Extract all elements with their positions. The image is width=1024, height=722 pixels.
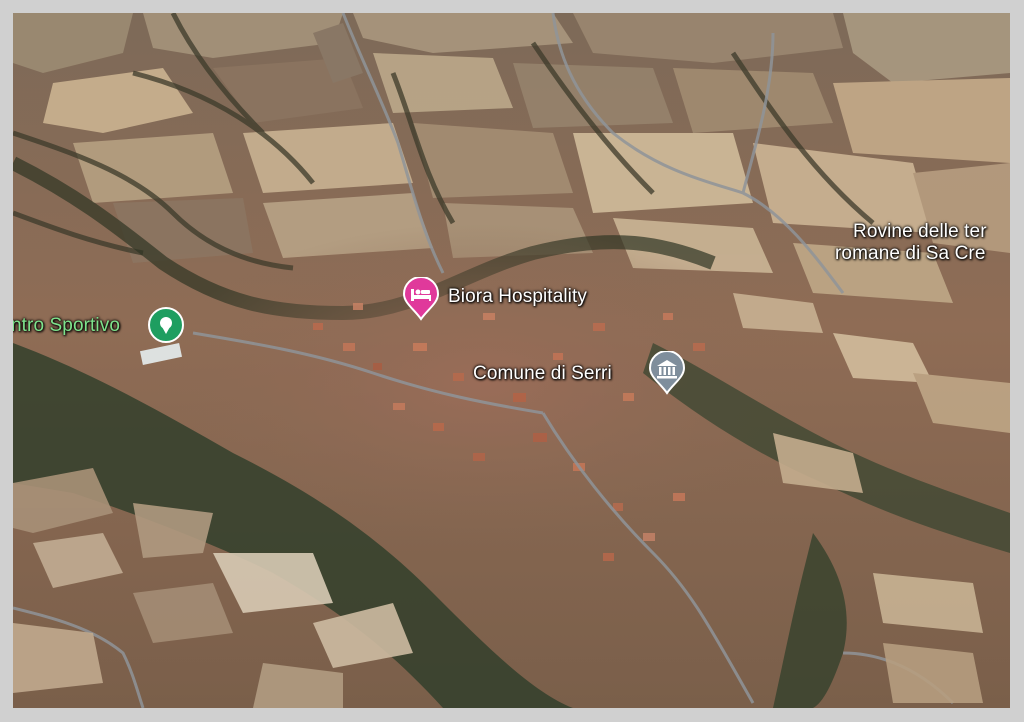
satellite-map[interactable]: ntro Sportivo Biora Hospitality Comune d… (13, 13, 1010, 708)
hotel-bed-icon[interactable] (402, 277, 440, 321)
place-label-rovine[interactable]: Rovine delle ter romane di Sa Cre (835, 221, 987, 265)
place-label-rovine-line2: romane di Sa Cre (835, 243, 986, 264)
screenshot-frame: ntro Sportivo Biora Hospitality Comune d… (0, 0, 1024, 722)
place-label-rovine-line1: Rovine delle ter (853, 221, 987, 242)
place-label-hotel[interactable]: Biora Hospitality (448, 286, 587, 308)
map-pin-icon[interactable] (147, 306, 185, 344)
town-hall-icon[interactable] (648, 351, 686, 395)
place-label-sports[interactable]: ntro Sportivo (13, 315, 120, 337)
place-label-comune[interactable]: Comune di Serri (473, 363, 612, 385)
satellite-terrain (13, 13, 1010, 708)
